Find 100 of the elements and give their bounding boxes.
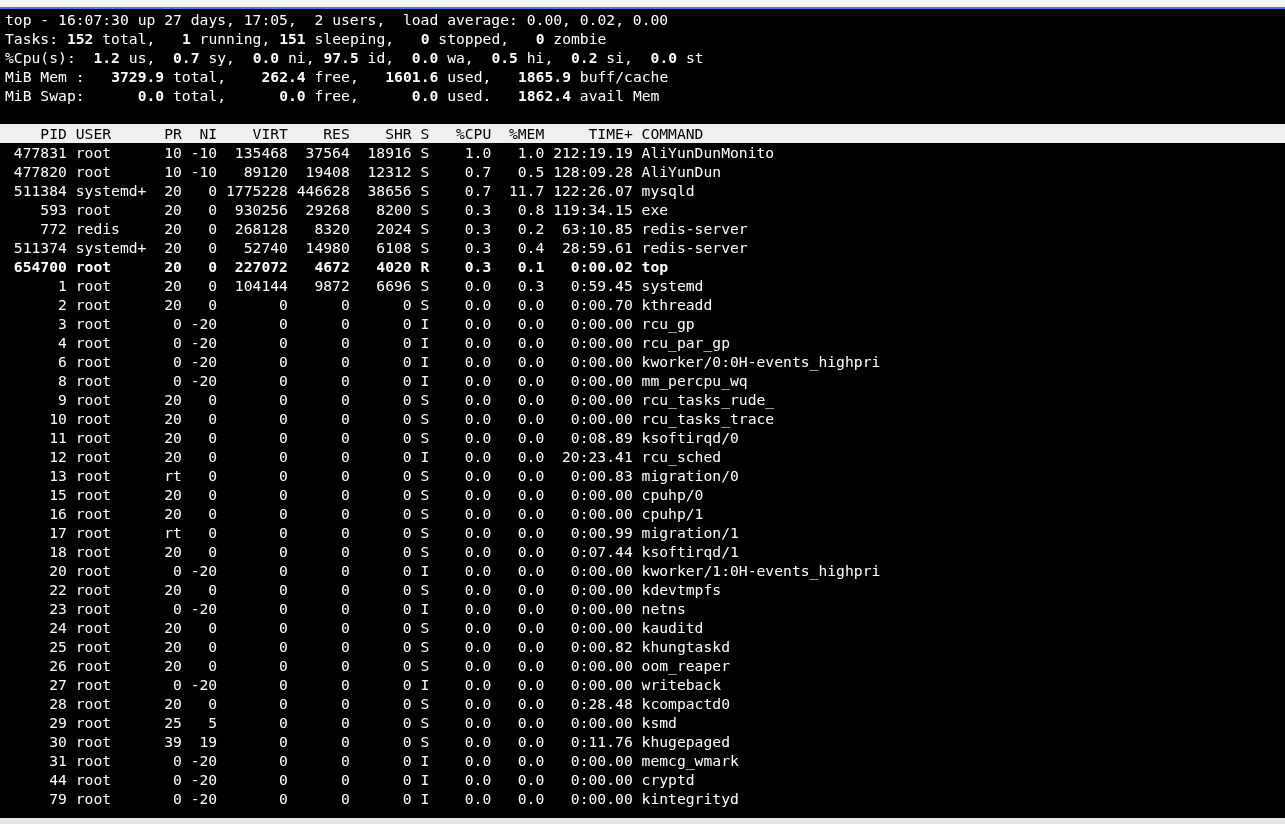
table-cell-text: 0.0 bbox=[516, 466, 545, 485]
table-cell-text: 0.0 bbox=[463, 656, 492, 675]
table-cell-text: 0.0 bbox=[463, 371, 492, 390]
table-cell-text: 20 bbox=[163, 618, 182, 637]
table-cell-text: -20 bbox=[189, 675, 218, 694]
table-cell-text: 0 bbox=[339, 789, 350, 808]
table-cell-text: 0:00.00 bbox=[569, 485, 633, 504]
table-cell-text: S bbox=[419, 580, 430, 599]
table-cell-text: 0 bbox=[207, 295, 218, 314]
table-cell-text: 0.0 bbox=[463, 333, 492, 352]
table-cell-text: 0.8 bbox=[516, 200, 545, 219]
table-cell-text: 0.0 bbox=[516, 390, 545, 409]
table-cell-text: rt bbox=[163, 523, 182, 542]
table-cell-text: 0 bbox=[278, 637, 288, 656]
table-cell-text: 0 bbox=[207, 409, 218, 428]
table-cell-text: 79 bbox=[48, 789, 67, 808]
table-cell-text: 0 bbox=[278, 675, 288, 694]
table-cell-text: 0.0 bbox=[463, 428, 492, 447]
table-cell-text: 0:00.00 bbox=[569, 352, 633, 371]
table-cell-text: 29 bbox=[48, 713, 67, 732]
table-cell-text: 0.0 bbox=[463, 542, 492, 561]
table-cell-text: 0.0 bbox=[516, 580, 545, 599]
table-cell-text: 0 bbox=[401, 447, 412, 466]
table-cell-text: 0.0 bbox=[516, 732, 545, 751]
table-cell-text: root bbox=[74, 561, 113, 580]
table-cell-text: 0 bbox=[339, 523, 350, 542]
table-cell-text: 0 bbox=[339, 485, 350, 504]
table-cell-text: 0.0 bbox=[516, 637, 545, 656]
table-cell-text: 0 bbox=[278, 580, 288, 599]
table-cell-text: 20 bbox=[163, 447, 182, 466]
table-cell-text: root bbox=[74, 675, 113, 694]
table-cell-text: 0 bbox=[339, 694, 350, 713]
table-cell-text: 0 bbox=[339, 561, 350, 580]
table-cell-text: 0 bbox=[401, 485, 412, 504]
table-cell-text: 19408 bbox=[304, 162, 350, 181]
table-cell-text: 3 bbox=[57, 314, 67, 333]
table-cell-text: 0.0 bbox=[463, 409, 492, 428]
table-cell-text: 0 bbox=[278, 561, 288, 580]
table-cell-text: 20 bbox=[48, 561, 67, 580]
table-cell-text: 6 bbox=[57, 352, 67, 371]
table-cell-text: 0.0 bbox=[516, 485, 545, 504]
table-cell-text: 0.3 bbox=[463, 257, 492, 276]
table-cell-text: 0 bbox=[401, 504, 412, 523]
table-cell-text: -20 bbox=[189, 770, 218, 789]
table-cell-text: cpuhp/1 bbox=[640, 504, 705, 523]
table-cell-text: S bbox=[419, 143, 430, 162]
table-cell-text: 20 bbox=[163, 409, 182, 428]
table-cell-text: 0 bbox=[339, 542, 350, 561]
table-cell-text: 25 bbox=[48, 637, 67, 656]
table-cell-text: 11 bbox=[48, 428, 67, 447]
table-cell-text: 52740 bbox=[242, 238, 288, 257]
table-cell-text: 20 bbox=[163, 504, 182, 523]
table-cell-text: root bbox=[74, 656, 113, 675]
table-cell-text: 0 bbox=[401, 466, 412, 485]
table-cell-text: S bbox=[419, 276, 430, 295]
table-cell-text: 20 bbox=[163, 580, 182, 599]
table-cell-text: root bbox=[74, 618, 113, 637]
table-cell-text: 0 bbox=[278, 618, 288, 637]
column-header: RES bbox=[322, 124, 350, 143]
table-cell-text: 0.0 bbox=[516, 561, 545, 580]
table-cell-text: 212:19.19 bbox=[552, 143, 633, 162]
table-cell-text: kthreadd bbox=[640, 295, 714, 314]
table-cell-text: root bbox=[74, 523, 113, 542]
table-cell-text: root bbox=[74, 732, 113, 751]
table-cell-text: kworker/0:0H-events_highpri bbox=[640, 352, 882, 371]
table-cell-text: cryptd bbox=[640, 770, 696, 789]
table-cell-text: 0 bbox=[278, 656, 288, 675]
table-cell-text: I bbox=[419, 352, 430, 371]
table-cell-text: 18916 bbox=[366, 143, 412, 162]
table-cell-text: 0.0 bbox=[463, 295, 492, 314]
table-cell-text: 0 bbox=[401, 713, 412, 732]
table-cell-text: 10 bbox=[163, 143, 182, 162]
table-cell-text: 0 bbox=[278, 352, 288, 371]
table-cell-text: migration/1 bbox=[640, 523, 740, 542]
table-cell-text: rcu_gp bbox=[640, 314, 696, 333]
table-cell-text: 18 bbox=[48, 542, 67, 561]
table-cell-text: -20 bbox=[189, 333, 218, 352]
table-cell-text: root bbox=[74, 409, 113, 428]
table-cell-text: I bbox=[419, 561, 430, 580]
table-cell-text: AliYunDunMonito bbox=[640, 143, 776, 162]
table-cell-text: 0 bbox=[207, 618, 218, 637]
table-cell-text: 9 bbox=[57, 390, 67, 409]
table-cell-text: 0.0 bbox=[516, 770, 545, 789]
table-cell-text: 0.0 bbox=[463, 352, 492, 371]
table-cell-text: 0:00.02 bbox=[569, 257, 633, 276]
table-cell-text: AliYunDun bbox=[640, 162, 723, 181]
table-cell-text: root bbox=[74, 485, 113, 504]
table-cell-text: 0 bbox=[207, 257, 218, 276]
table-cell-text: redis-server bbox=[640, 238, 749, 257]
table-cell-text: 0 bbox=[278, 428, 288, 447]
table-cell-text: 0.0 bbox=[463, 713, 492, 732]
table-cell-text: 0 bbox=[278, 447, 288, 466]
table-cell-text: 0.0 bbox=[463, 732, 492, 751]
table-cell-text: 593 bbox=[39, 200, 67, 219]
table-cell-text: 8200 bbox=[375, 200, 412, 219]
table-cell-text: 0 bbox=[339, 409, 350, 428]
table-cell-text: 0 bbox=[172, 352, 182, 371]
table-cell-text: 104144 bbox=[233, 276, 288, 295]
table-cell-text: 0:00.82 bbox=[569, 637, 633, 656]
table-cell-text: 0.0 bbox=[463, 523, 492, 542]
